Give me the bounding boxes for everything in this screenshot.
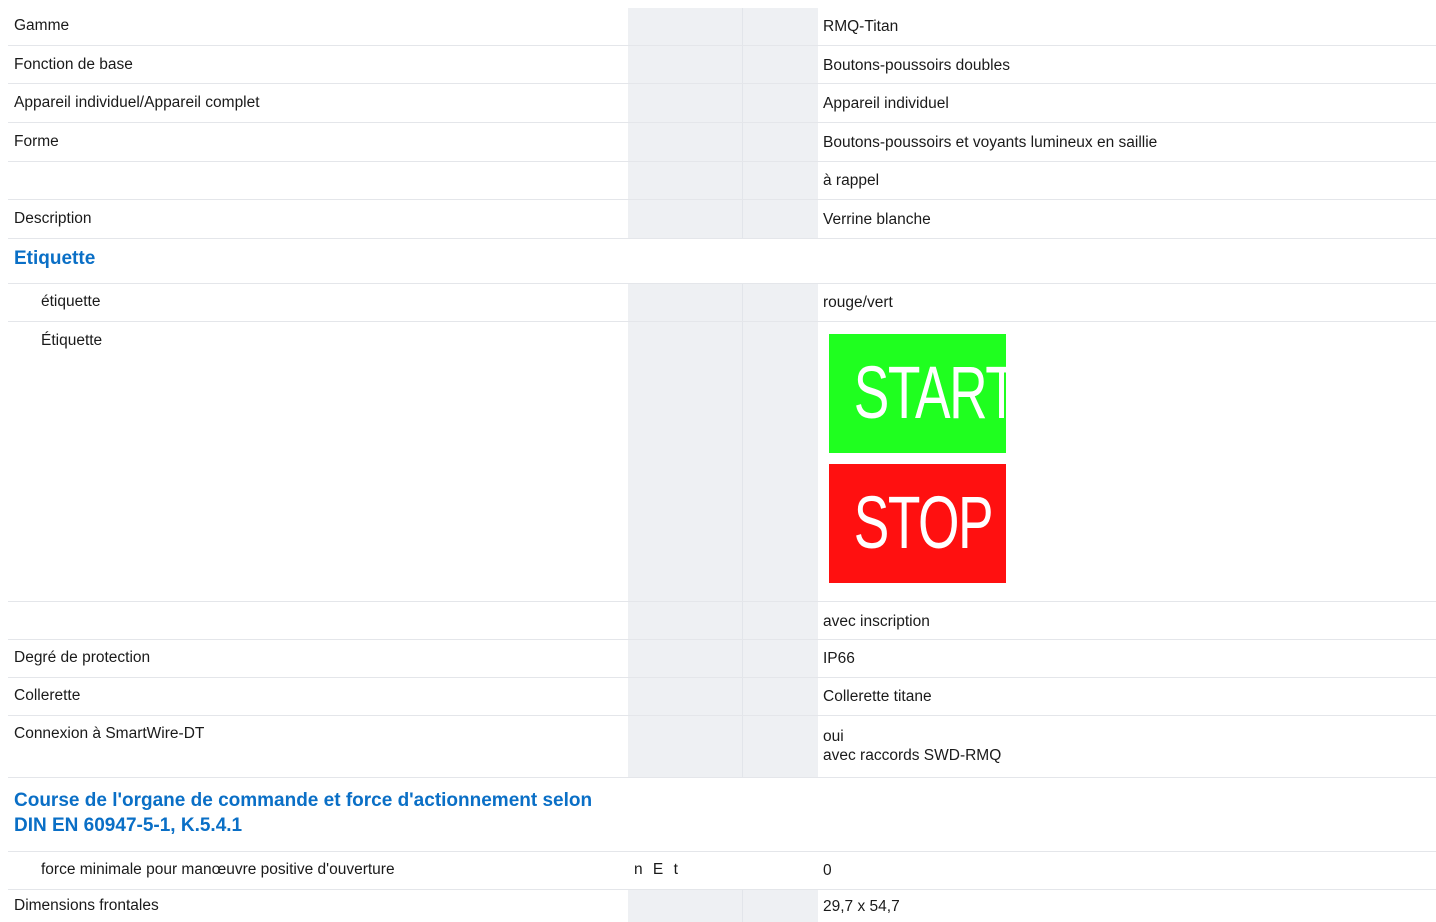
row-value: Boutons-poussoirs doubles [823,57,1010,74]
row-label: Dimensions frontales [14,897,159,914]
row-value: IP66 [823,650,855,667]
start-label-plate: START [829,334,1018,453]
section-title: Course de l'organe de commande et force … [14,790,593,836]
section-title: Etiquette [14,248,96,269]
row-label: force minimale pour manœuvre positive d'… [41,861,395,878]
table-row-forme: Forme Boutons-poussoirs et voyants lumin… [8,123,1436,162]
row-label: Collerette [14,687,81,704]
section-heading-etiquette: Etiquette [8,239,1436,284]
row-value: à rappel [823,172,880,189]
row-value-line2: avec raccords SWD-RMQ [823,747,1002,764]
table-row-dimensions: Dimensions frontales 29,7 x 54,7 [8,890,1436,922]
table-row-etiquette-image: Étiquette START STOP [8,322,1436,602]
table-row-force: force minimale pour manœuvre positive d'… [8,852,1436,890]
row-value: Verrine blanche [823,211,931,228]
row-label: Étiquette [41,332,103,349]
row-value: avec inscription [823,613,930,630]
row-label: étiquette [41,293,101,310]
table-row-smartwire: Connexion à SmartWire-DT oui avec raccor… [8,716,1436,778]
row-label: Fonction de base [14,56,133,73]
table-row-inscription: avec inscription [8,602,1436,640]
row-value: RMQ-Titan [823,18,899,35]
row-label: Gamme [14,17,70,34]
table-row-etiquette-couleur: étiquette rouge/vert [8,284,1436,322]
row-value: rouge/vert [823,294,893,311]
row-value: 0 [823,862,832,879]
row-label: Description [14,210,92,227]
row-label: Forme [14,133,59,150]
row-label: Degré de protection [14,649,151,666]
label-preview: START STOP [829,334,1018,584]
row-unit: n E t [634,861,681,878]
table-row-description: Description Verrine blanche [8,200,1436,239]
section-heading-course: Course de l'organe de commande et force … [8,778,1436,852]
table-row-fonction: Fonction de base Boutons-poussoirs doubl… [8,46,1436,84]
row-value: Collerette titane [823,688,932,705]
row-value: Appareil individuel [823,95,949,112]
stop-label-plate: STOP [829,464,1006,583]
table-row-gamme: Gamme RMQ-Titan [8,8,1436,46]
table-row-appareil: Appareil individuel/Appareil complet App… [8,84,1436,123]
stop-label-text: STOP [853,481,994,564]
table-row-protection: Degré de protection IP66 [8,640,1436,678]
row-value: Boutons-poussoirs et voyants lumineux en… [823,134,1158,151]
band-cover [628,778,818,851]
table-row-forme-suite: à rappel [8,162,1436,200]
row-value: 29,7 x 54,7 [823,898,900,915]
start-label-text: START [853,351,1018,434]
table-row-collerette: Collerette Collerette titane [8,678,1436,716]
row-label: Connexion à SmartWire-DT [14,725,205,742]
row-label: Appareil individuel/Appareil complet [14,94,260,111]
band-cover [628,239,818,283]
row-value-line1: oui [823,728,844,745]
